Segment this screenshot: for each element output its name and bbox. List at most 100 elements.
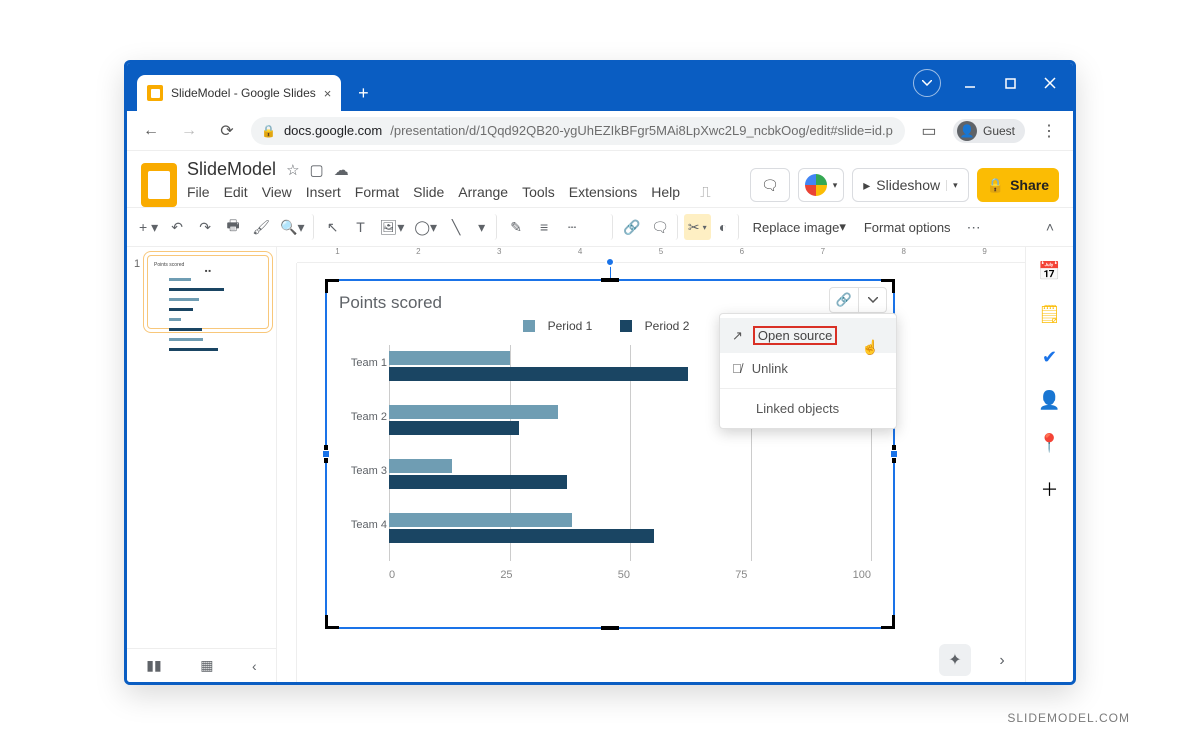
minimize-button[interactable] [953, 69, 987, 97]
cat-label-3: Team 3 [337, 465, 387, 477]
tasks-icon[interactable]: ✔ [1042, 347, 1057, 368]
back-button[interactable]: ← [137, 117, 165, 145]
cloud-status-icon[interactable]: ☁ [334, 161, 349, 179]
browser-tab[interactable]: SlideModel - Google Slides × [137, 75, 341, 111]
menu-unlink[interactable]: ⛓̸ Unlink [720, 353, 896, 384]
menu-tools[interactable]: Tools [522, 184, 555, 201]
menu-view[interactable]: View [262, 184, 292, 201]
reading-list-icon[interactable]: ▭ [915, 117, 943, 145]
menu-arrange[interactable]: Arrange [458, 184, 508, 201]
menu-format[interactable]: Format [355, 184, 399, 201]
close-tab-icon[interactable]: × [324, 86, 332, 101]
crop-handle-br[interactable] [881, 615, 895, 629]
more-tools-button[interactable]: ⋯ [961, 214, 987, 240]
filmstrip-view-icon[interactable]: ▮▮ [146, 657, 161, 674]
comment-button[interactable]: 🗨 [647, 214, 678, 240]
selected-chart-object[interactable]: 🔗 ↗ Open source ⛓̸ Unlink [325, 279, 895, 629]
slideshow-button[interactable]: ▸Slideshow▾ [852, 168, 968, 202]
select-tool[interactable]: ↖ [320, 214, 346, 240]
contacts-icon[interactable]: 👤 [1038, 390, 1060, 411]
maximize-button[interactable] [993, 69, 1027, 97]
crop-handle-t[interactable] [601, 278, 619, 282]
border-weight-button[interactable]: ≡ [531, 214, 557, 240]
bar-t4-p1 [389, 513, 572, 527]
url-field[interactable]: 🔒 docs.google.com/presentation/d/1Qqd92Q… [251, 117, 905, 145]
profile-button[interactable]: 👤 Guest [953, 119, 1025, 143]
browser-tabstrip: SlideModel - Google Slides × + [127, 63, 1073, 111]
menu-slide[interactable]: Slide [413, 184, 444, 201]
canvas[interactable]: 123456789 [277, 247, 1025, 682]
new-tab-button[interactable]: + [349, 79, 377, 107]
keep-icon[interactable]: 🗒 [1038, 304, 1061, 325]
side-panel: 📅 🗒 ✔ 👤 📍 ＋ [1025, 247, 1073, 682]
rotate-handle[interactable] [605, 257, 615, 267]
replace-image-button[interactable]: Replace image ▾ [745, 214, 854, 240]
menu-edit[interactable]: Edit [224, 184, 248, 201]
menu-help[interactable]: Help [651, 184, 680, 201]
meet-button[interactable]: ▾ [798, 168, 845, 202]
view-footer: ▮▮ ▦ ‹ [127, 648, 276, 682]
new-slide-button[interactable]: + ▾ [135, 214, 162, 240]
textbox-tool[interactable]: T [348, 214, 374, 240]
undo-button[interactable]: ↶ [164, 214, 190, 240]
menu-linked-objects[interactable]: Linked objects [720, 393, 896, 424]
resize-handle-r[interactable] [890, 450, 898, 458]
format-options-button[interactable]: Format options [856, 214, 959, 240]
collapse-panel-icon[interactable]: ‹ [252, 658, 257, 674]
chart-options-menu: ↗ Open source ⛓̸ Unlink Linked objects [719, 313, 897, 429]
slides-favicon-icon [147, 85, 163, 101]
border-dash-button[interactable]: ┄ [559, 214, 585, 240]
zoom-button[interactable]: 🔍▾ [276, 214, 313, 240]
slides-logo-icon[interactable] [141, 163, 177, 207]
chrome-menu-button[interactable]: ⋮ [1035, 117, 1063, 145]
link-button[interactable]: 🔗 [619, 214, 645, 240]
slide-number: 1 [134, 258, 140, 270]
mask-button[interactable]: ◐ [713, 214, 739, 240]
calendar-icon[interactable]: 📅 [1038, 261, 1060, 282]
comment-history-button[interactable]: 🗨 [750, 168, 790, 202]
reload-button[interactable]: ⟳ [213, 117, 241, 145]
image-tool[interactable]: 🖼▾ [376, 214, 409, 240]
move-icon[interactable]: ▢ [310, 161, 324, 179]
avatar-icon: 👤 [957, 121, 977, 141]
menu-divider [720, 388, 896, 389]
menu-insert[interactable]: Insert [306, 184, 341, 201]
crop-handle-bl[interactable] [325, 615, 339, 629]
resize-handle-l[interactable] [322, 450, 330, 458]
close-window-button[interactable] [1033, 69, 1067, 97]
collapse-toolbar-button[interactable]: ˄ [1037, 214, 1063, 240]
redo-button[interactable]: ↷ [192, 214, 218, 240]
menu-extensions[interactable]: Extensions [569, 184, 637, 201]
grid-view-icon[interactable]: ▦ [200, 657, 213, 674]
open-source-label: Open source [753, 326, 837, 345]
get-addons-icon[interactable]: ＋ [1041, 476, 1059, 502]
crop-handle-tl[interactable] [325, 279, 339, 293]
tab-title: SlideModel - Google Slides [171, 86, 316, 100]
side-panel-toggle[interactable]: › [987, 646, 1017, 676]
crop-button[interactable]: ✂ [684, 214, 711, 240]
crop-handle-b[interactable] [601, 626, 619, 630]
star-icon[interactable]: ☆ [286, 161, 299, 179]
slide-thumbnail[interactable]: 1 Points scored ■ ■ [147, 255, 269, 329]
line-more[interactable]: ▾ [471, 214, 497, 240]
lock-icon: 🔒 [261, 124, 276, 138]
share-button[interactable]: 🔒Share [977, 168, 1059, 202]
print-button[interactable]: 🖶 [220, 214, 246, 240]
document-title[interactable]: SlideModel [187, 159, 276, 180]
paint-format-button[interactable]: 🖌 [248, 214, 274, 240]
line-tool[interactable]: ╲ [443, 214, 469, 240]
border-color-button[interactable]: ✎ [503, 214, 529, 240]
menu-bar: File Edit View Insert Format Slide Arran… [187, 184, 740, 201]
watermark: SLIDEMODEL.COM [1007, 711, 1130, 725]
border-style-end [587, 214, 613, 240]
accessibility-icon[interactable]: ⎍ [700, 184, 711, 201]
menu-file[interactable]: File [187, 184, 210, 201]
maps-icon[interactable]: 📍 [1038, 433, 1060, 454]
search-tabs-button[interactable] [913, 69, 941, 97]
bar-t1-p2 [389, 367, 688, 381]
explore-button[interactable]: ✦ [939, 644, 971, 676]
xtick-2: 50 [618, 569, 630, 581]
profile-label: Guest [983, 124, 1015, 138]
forward-button[interactable]: → [175, 117, 203, 145]
shape-tool[interactable]: ◯▾ [410, 214, 441, 240]
